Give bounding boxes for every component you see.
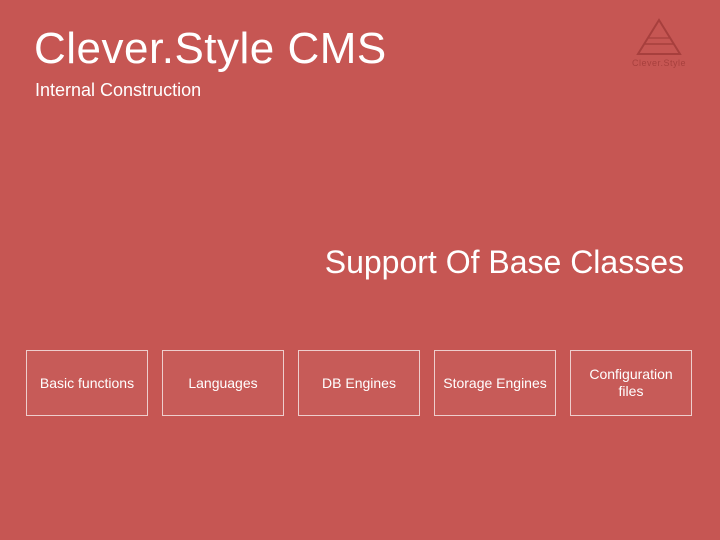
triangle-logo-icon: [636, 18, 682, 56]
box-db-engines: DB Engines: [298, 350, 420, 416]
slide: Clever.Style Clever.Style CMS Internal C…: [0, 0, 720, 540]
box-row: Basic functions Languages DB Engines Sto…: [26, 350, 692, 416]
box-storage-engines: Storage Engines: [434, 350, 556, 416]
page-title: Clever.Style CMS: [34, 24, 387, 74]
section-heading: Support Of Base Classes: [325, 244, 684, 281]
page-subtitle: Internal Construction: [35, 80, 201, 101]
brand-logo: Clever.Style: [624, 18, 694, 68]
box-languages: Languages: [162, 350, 284, 416]
brand-logo-text: Clever.Style: [624, 58, 694, 68]
box-basic-functions: Basic functions: [26, 350, 148, 416]
box-configuration-files: Configuration files: [570, 350, 692, 416]
